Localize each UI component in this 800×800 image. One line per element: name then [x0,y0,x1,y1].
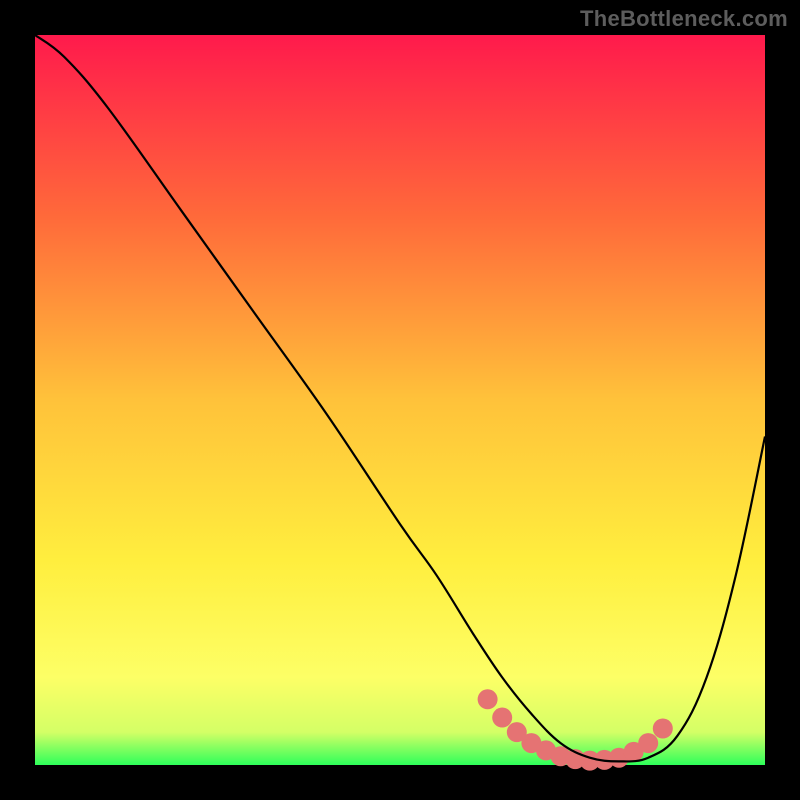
highlight-dot [638,733,658,753]
chart-stage: TheBottleneck.com [0,0,800,800]
chart-svg [0,0,800,800]
plot-background [35,35,765,765]
highlight-dot [653,719,673,739]
highlight-dot [478,689,498,709]
highlight-dot [492,708,512,728]
